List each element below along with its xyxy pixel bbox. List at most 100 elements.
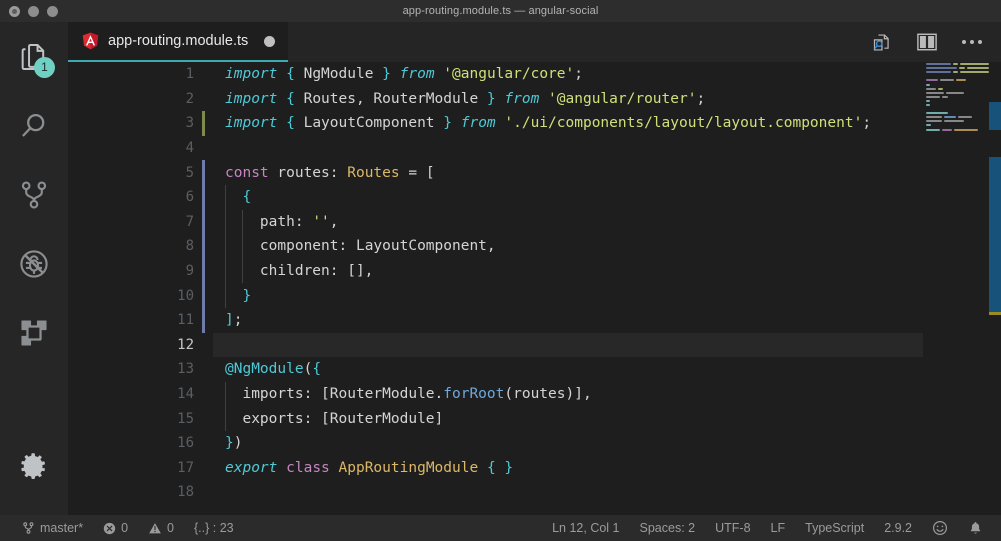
- code-token: {: [286, 115, 295, 132]
- code-text: children: [],: [194, 263, 374, 279]
- minimap-token: [946, 91, 964, 94]
- line-number: 5: [185, 164, 194, 181]
- sidebar-item-source-control[interactable]: [0, 160, 68, 229]
- vertical-scrollbar-thumb-2[interactable]: [989, 157, 1001, 312]
- minimap[interactable]: [923, 62, 989, 515]
- eol-label: LF: [770, 521, 786, 535]
- code-editor[interactable]: 1 import { NgModule } from '@angular/core…: [68, 62, 1001, 515]
- code-text: exports: [RouterModule]: [194, 411, 443, 427]
- code-line[interactable]: 7 path: '',: [68, 209, 1001, 235]
- code-line[interactable]: 2 import { Routes, RouterModule } from '@…: [68, 87, 1001, 112]
- code-text: import { NgModule } from '@angular/core'…: [194, 66, 583, 82]
- code-token: = [: [399, 164, 435, 181]
- minimap-token: [926, 95, 940, 98]
- status-branch[interactable]: master*: [12, 515, 93, 541]
- open-preview-button[interactable]: [871, 32, 892, 53]
- code-token: exports: [225, 410, 304, 427]
- minimap-token: [926, 79, 938, 82]
- code-token: import: [225, 115, 278, 132]
- code-text: ];: [194, 312, 242, 328]
- code-token: (: [303, 361, 313, 378]
- branch-label: master*: [40, 521, 84, 535]
- code-line[interactable]: 14 imports: [RouterModule.forRoot(routes…: [68, 381, 1001, 407]
- minimap-token: [926, 71, 952, 74]
- tab-app-routing-module[interactable]: app-routing.module.ts: [68, 22, 289, 62]
- unsaved-indicator[interactable]: [264, 35, 276, 47]
- code-text: const routes: Routes = [: [194, 165, 435, 181]
- code-line[interactable]: 18: [68, 480, 1001, 505]
- cursor-position-label: Ln 12, Col 1: [552, 521, 620, 535]
- overview-ruler[interactable]: [989, 62, 1001, 515]
- more-actions-button[interactable]: [962, 40, 982, 44]
- code-line[interactable]: 17 export class AppRoutingModule { }: [68, 456, 1001, 481]
- code-line[interactable]: 15 exports: [RouterModule]: [68, 406, 1001, 431]
- status-feedback[interactable]: [922, 515, 958, 541]
- code-line[interactable]: 8 component: LayoutComponent,: [68, 234, 1001, 259]
- code-token: Routes: [347, 164, 400, 181]
- code-token: import: [225, 90, 278, 107]
- extensions-icon: [21, 319, 47, 346]
- sidebar-item-debug[interactable]: [0, 229, 68, 298]
- code-token: class: [286, 459, 330, 476]
- open-preview-icon: [873, 33, 889, 51]
- line-number: 1: [185, 66, 194, 83]
- minimap-token: [944, 116, 956, 119]
- status-typescript-version[interactable]: 2.9.2: [874, 515, 922, 541]
- line-number: 11: [177, 312, 194, 329]
- line-number: 18: [177, 484, 194, 501]
- code-line[interactable]: 10 }: [68, 283, 1001, 308]
- code-token: :: [294, 213, 313, 230]
- status-errors[interactable]: 0: [93, 515, 138, 541]
- code-line[interactable]: 3 import { LayoutComponent } from './ui/c…: [68, 111, 1001, 136]
- encoding-label: UTF-8: [715, 521, 751, 535]
- code-line[interactable]: 11];: [68, 307, 1001, 333]
- code-text: imports: [RouterModule.forRoot(routes)],: [194, 386, 591, 402]
- code-token: '@angular/core': [443, 66, 575, 83]
- status-encoding[interactable]: UTF-8: [705, 515, 760, 541]
- minimap-token: [926, 112, 948, 115]
- split-editor-button[interactable]: [916, 32, 938, 52]
- line-number: 3: [185, 115, 194, 132]
- errors-count: 0: [121, 521, 129, 535]
- code-token: ;: [862, 115, 872, 132]
- minimap-token: [942, 128, 952, 131]
- code-line[interactable]: 12: [68, 332, 1001, 358]
- warnings-count: 0: [167, 521, 174, 535]
- close-button[interactable]: [9, 5, 20, 17]
- maximize-button[interactable]: [47, 5, 58, 17]
- code-line[interactable]: 4: [68, 136, 1001, 161]
- code-line[interactable]: 1 import { NgModule } from '@angular/core…: [68, 62, 1001, 87]
- line-number: 9: [185, 263, 194, 280]
- status-notifications[interactable]: [958, 515, 993, 541]
- status-warnings[interactable]: 0: [138, 515, 184, 541]
- code-token: ): [233, 435, 243, 452]
- code-line[interactable]: 9 children: [],: [68, 258, 1001, 284]
- status-indentation[interactable]: Spaces: 2: [630, 515, 706, 541]
- code-line[interactable]: 6 {: [68, 184, 1001, 210]
- status-cursor-position[interactable]: Ln 12, Col 1: [542, 515, 629, 541]
- code-lines[interactable]: 1 import { NgModule } from '@angular/core…: [68, 62, 1001, 515]
- code-token: './ui/components/layout/layout.component…: [504, 115, 863, 132]
- status-tslint[interactable]: {..} : 23: [184, 515, 244, 541]
- status-eol[interactable]: LF: [761, 515, 796, 541]
- window-controls[interactable]: [0, 5, 58, 17]
- code-token: path: [225, 213, 295, 230]
- minimap-token: [960, 63, 989, 66]
- vertical-scrollbar-thumb[interactable]: [989, 102, 1001, 130]
- manage-settings-button[interactable]: [0, 432, 68, 501]
- sidebar-item-search[interactable]: [0, 91, 68, 160]
- status-language-mode[interactable]: TypeScript: [795, 515, 874, 541]
- active-line-highlight: [213, 332, 990, 358]
- code-line[interactable]: 13 @NgModule({: [68, 357, 1001, 382]
- source-control-icon: [23, 522, 34, 534]
- sidebar-item-extensions[interactable]: [0, 298, 68, 367]
- code-line[interactable]: 16}): [68, 431, 1001, 456]
- sidebar-item-explorer[interactable]: 1: [0, 22, 68, 91]
- code-line[interactable]: 5 const routes: Routes = [: [68, 160, 1001, 185]
- minimize-button[interactable]: [28, 5, 39, 17]
